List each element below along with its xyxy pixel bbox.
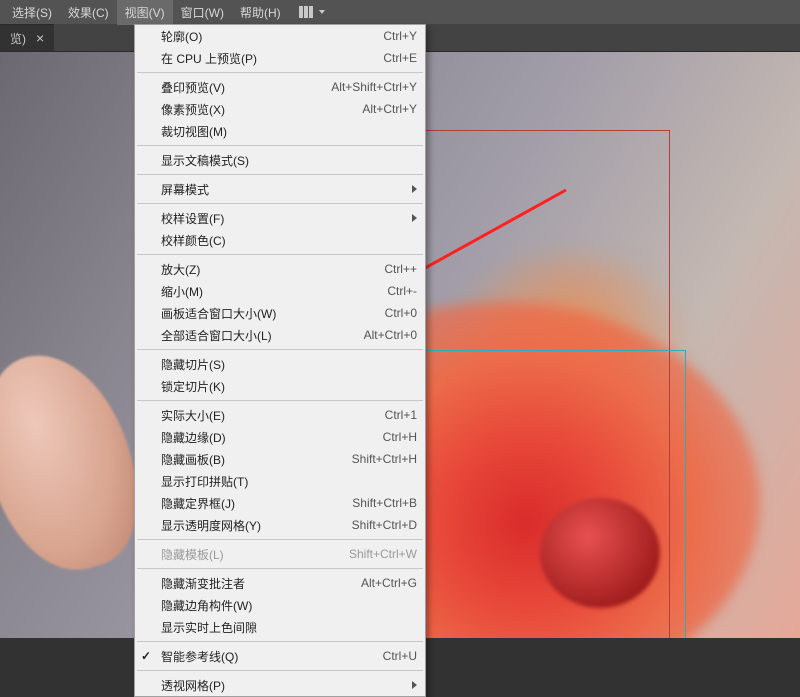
menu-separator [137, 349, 423, 350]
menu-help[interactable]: 帮助(H) [232, 0, 289, 25]
menu-select[interactable]: 选择(S) [4, 0, 60, 25]
menu-item-shortcut: Ctrl+1 [385, 408, 417, 422]
menu-item-shortcut: Ctrl+E [383, 51, 417, 65]
close-icon[interactable]: × [36, 30, 44, 46]
menu-item-label: 画板适合窗口大小(W) [161, 305, 375, 322]
menu-separator [137, 400, 423, 401]
menu-item-shortcut: Ctrl+Y [383, 29, 417, 43]
menu-item[interactable]: 隐藏边角构件(W) [135, 594, 425, 616]
menu-window[interactable]: 窗口(W) [173, 0, 232, 25]
menu-item[interactable]: 在 CPU 上预览(P) Ctrl+E [135, 47, 425, 69]
check-icon: ✓ [141, 649, 151, 663]
menu-separator [137, 254, 423, 255]
menu-item-shortcut: Alt+Ctrl+G [361, 576, 417, 590]
menu-item[interactable]: 缩小(M) Ctrl+- [135, 280, 425, 302]
menu-item-label: 隐藏模板(L) [161, 546, 339, 563]
menu-separator [137, 568, 423, 569]
menu-view[interactable]: 视图(V) [117, 0, 173, 25]
menu-item[interactable]: 隐藏切片(S) [135, 353, 425, 375]
menu-item[interactable]: 透视网格(P) [135, 674, 425, 696]
menu-item[interactable]: 放大(Z) Ctrl++ [135, 258, 425, 280]
menu-item[interactable]: 隐藏定界框(J) Shift+Ctrl+B [135, 492, 425, 514]
menu-item-label: 放大(Z) [161, 261, 374, 278]
menu-item-label: 隐藏边缘(D) [161, 429, 373, 446]
menu-item[interactable]: 全部适合窗口大小(L) Alt+Ctrl+0 [135, 324, 425, 346]
menu-item-label: 叠印预览(V) [161, 79, 321, 96]
submenu-arrow-icon [412, 185, 417, 193]
menu-item-label: 缩小(M) [161, 283, 377, 300]
tab-label: 览) [10, 30, 26, 47]
menu-item-label: 隐藏渐变批注者 [161, 575, 351, 592]
menu-item[interactable]: 屏幕模式 [135, 178, 425, 200]
menu-item[interactable]: 隐藏画板(B) Shift+Ctrl+H [135, 448, 425, 470]
menu-item-label: 屏幕模式 [161, 181, 417, 198]
menu-item-label: 显示打印拼贴(T) [161, 473, 417, 490]
menu-item-shortcut: Shift+Ctrl+D [352, 518, 417, 532]
menu-item[interactable]: 校样颜色(C) [135, 229, 425, 251]
menu-item[interactable]: 叠印预览(V) Alt+Shift+Ctrl+Y [135, 76, 425, 98]
menu-item[interactable]: 隐藏边缘(D) Ctrl+H [135, 426, 425, 448]
menu-item-shortcut: Shift+Ctrl+W [349, 547, 417, 561]
menubar: 选择(S) 效果(C) 视图(V) 窗口(W) 帮助(H) [0, 0, 800, 24]
menu-item-label: 隐藏定界框(J) [161, 495, 342, 512]
menu-item-shortcut: Ctrl+0 [385, 306, 417, 320]
menu-item[interactable]: 校样设置(F) [135, 207, 425, 229]
submenu-arrow-icon [412, 681, 417, 689]
menu-item-label: 隐藏画板(B) [161, 451, 342, 468]
menu-item-shortcut: Alt+Ctrl+0 [364, 328, 417, 342]
menu-item-label: 像素预览(X) [161, 101, 352, 118]
menu-item-label: 透视网格(P) [161, 677, 417, 694]
layout-icon [299, 6, 313, 18]
menu-item-label: 裁切视图(M) [161, 123, 417, 140]
chevron-down-icon [319, 10, 325, 14]
menu-item-label: 显示实时上色间隙 [161, 619, 417, 636]
menu-item-shortcut: Alt+Ctrl+Y [362, 102, 417, 116]
menu-item-label: 在 CPU 上预览(P) [161, 50, 373, 67]
workspace-switcher[interactable] [299, 6, 325, 18]
menu-separator [137, 145, 423, 146]
menu-item[interactable]: 锁定切片(K) [135, 375, 425, 397]
menu-item-shortcut: Ctrl+- [387, 284, 417, 298]
menu-item-shortcut: Shift+Ctrl+H [352, 452, 417, 466]
menu-item[interactable]: 像素预览(X) Alt+Ctrl+Y [135, 98, 425, 120]
menu-separator [137, 670, 423, 671]
artwork-hand [0, 338, 156, 587]
menu-separator [137, 203, 423, 204]
menu-item-label: 轮廓(O) [161, 28, 373, 45]
menu-item-label: 显示文稿模式(S) [161, 152, 417, 169]
menu-item-shortcut: Ctrl+H [383, 430, 417, 444]
menu-item-shortcut: Ctrl+U [383, 649, 417, 663]
menu-item-label: 校样颜色(C) [161, 232, 417, 249]
menu-item[interactable]: 实际大小(E) Ctrl+1 [135, 404, 425, 426]
menu-item-shortcut: Alt+Shift+Ctrl+Y [331, 80, 417, 94]
menu-item-label: 隐藏切片(S) [161, 356, 417, 373]
view-menu-dropdown: 轮廓(O) Ctrl+Y 在 CPU 上预览(P) Ctrl+E 叠印预览(V) Alt+… [134, 24, 426, 697]
menu-item: 隐藏模板(L) Shift+Ctrl+W [135, 543, 425, 565]
submenu-arrow-icon [412, 214, 417, 222]
menu-separator [137, 539, 423, 540]
menu-item-label: 显示透明度网格(Y) [161, 517, 342, 534]
menu-item[interactable]: 显示打印拼贴(T) [135, 470, 425, 492]
menu-item[interactable]: 显示透明度网格(Y) Shift+Ctrl+D [135, 514, 425, 536]
menu-item[interactable]: 隐藏渐变批注者 Alt+Ctrl+G [135, 572, 425, 594]
menu-item-label: 实际大小(E) [161, 407, 375, 424]
menu-effect[interactable]: 效果(C) [60, 0, 117, 25]
menu-separator [137, 72, 423, 73]
document-tab[interactable]: 览) × [0, 24, 54, 51]
menu-item[interactable]: ✓ 智能参考线(Q) Ctrl+U [135, 645, 425, 667]
menu-item-label: 隐藏边角构件(W) [161, 597, 417, 614]
menu-item-shortcut: Shift+Ctrl+B [352, 496, 417, 510]
menu-item-label: 校样设置(F) [161, 210, 417, 227]
menu-item-label: 锁定切片(K) [161, 378, 417, 395]
menu-item-label: 智能参考线(Q) [161, 648, 373, 665]
menu-item-shortcut: Ctrl++ [384, 262, 417, 276]
menu-item[interactable]: 画板适合窗口大小(W) Ctrl+0 [135, 302, 425, 324]
menu-separator [137, 174, 423, 175]
menu-item[interactable]: 裁切视图(M) [135, 120, 425, 142]
menu-item[interactable]: 显示实时上色间隙 [135, 616, 425, 638]
menu-item-label: 全部适合窗口大小(L) [161, 327, 354, 344]
menu-item[interactable]: 显示文稿模式(S) [135, 149, 425, 171]
menu-separator [137, 641, 423, 642]
menu-item[interactable]: 轮廓(O) Ctrl+Y [135, 25, 425, 47]
